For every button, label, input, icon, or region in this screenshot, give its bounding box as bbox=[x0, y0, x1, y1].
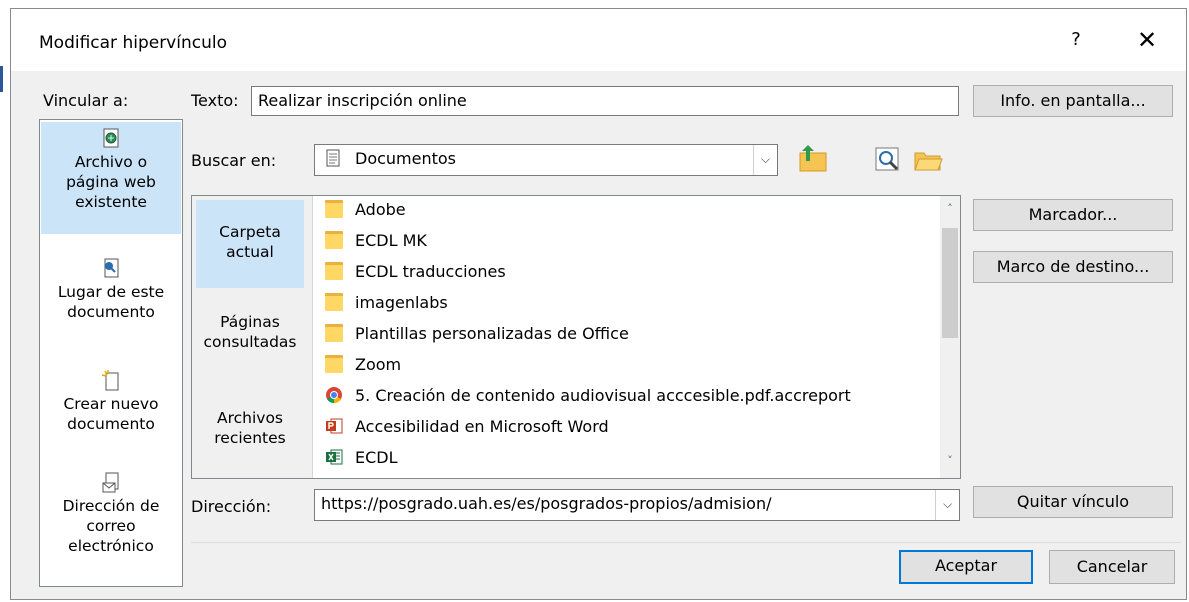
nav-label-line: electrónico bbox=[68, 537, 154, 555]
chevron-down-icon[interactable]: ⌵ bbox=[935, 490, 959, 520]
close-button[interactable]: ✕ bbox=[1129, 26, 1165, 54]
list-item[interactable]: Accesibilidad en Microsoft Word bbox=[325, 413, 609, 444]
web-page-icon bbox=[103, 128, 119, 148]
dialog-title: Modificar hipervínculo bbox=[39, 33, 227, 53]
place-current-folder[interactable]: Carpeta actual bbox=[196, 200, 304, 288]
file-name: ECDL traducciones bbox=[355, 262, 506, 281]
file-name: Accesibilidad en Microsoft Word bbox=[355, 417, 609, 436]
folder-icon bbox=[325, 231, 343, 249]
excel-icon bbox=[326, 449, 343, 465]
nav-label-line: Crear nuevo bbox=[63, 395, 159, 413]
file-name: imagenlabs bbox=[355, 293, 448, 312]
place-label-line: consultadas bbox=[203, 333, 297, 351]
browse-web-button[interactable] bbox=[871, 143, 905, 177]
list-item[interactable]: 5. Creación de contenido audiovisual acc… bbox=[325, 382, 851, 413]
place-label-line: Carpeta bbox=[219, 223, 281, 241]
powerpoint-icon bbox=[326, 418, 343, 434]
look-in-value: Documentos bbox=[355, 149, 457, 168]
title-bar: Modificar hipervínculo ? ✕ bbox=[11, 9, 1186, 71]
nav-email-address[interactable]: Dirección de correo electrónico bbox=[41, 466, 181, 582]
file-list: Adobe ECDL MK ECDL traducciones imagenla… bbox=[312, 196, 940, 478]
background-strip bbox=[0, 0, 10, 602]
file-name: ECDL bbox=[355, 448, 398, 467]
nav-place-in-document[interactable]: Lugar de este documento bbox=[41, 252, 181, 342]
places-bar: Carpeta actual Páginas consultadas Archi… bbox=[192, 196, 312, 478]
list-item[interactable]: ECDL traducciones bbox=[325, 258, 506, 289]
list-item[interactable]: imagenlabs bbox=[325, 289, 448, 320]
file-browser: Carpeta actual Páginas consultadas Archi… bbox=[191, 195, 961, 479]
ok-button[interactable]: Aceptar bbox=[899, 550, 1033, 584]
list-item[interactable]: ECDL MK bbox=[325, 227, 427, 258]
browse-file-button[interactable] bbox=[911, 143, 945, 177]
browse-web-icon bbox=[875, 147, 899, 171]
email-icon bbox=[102, 472, 119, 493]
list-item[interactable]: Zoom bbox=[325, 351, 401, 382]
look-in-dropdown[interactable]: Documentos ⌵ bbox=[314, 144, 778, 176]
file-name: Zoom bbox=[355, 355, 402, 374]
list-item[interactable]: ECDL bbox=[325, 444, 398, 475]
file-name: ECDL MK bbox=[355, 231, 427, 250]
link-to-label: Vincular a: bbox=[43, 91, 129, 110]
list-item[interactable]: Adobe bbox=[325, 196, 406, 227]
target-frame-button[interactable]: Marco de destino... bbox=[973, 251, 1173, 283]
list-item[interactable]: Plantillas personalizadas de Office bbox=[325, 320, 629, 351]
place-recent-files[interactable]: Archivos recientes bbox=[196, 408, 304, 468]
up-one-folder-button[interactable] bbox=[796, 143, 830, 177]
remove-link-button[interactable]: Quitar vínculo bbox=[973, 486, 1173, 518]
folder-icon bbox=[325, 355, 343, 373]
scroll-up-icon[interactable]: ˄ bbox=[940, 202, 960, 215]
folder-icon bbox=[325, 200, 343, 218]
divider bbox=[191, 542, 1181, 543]
place-label-line: actual bbox=[226, 243, 274, 261]
file-name: 5. Creación de contenido audiovisual acc… bbox=[355, 386, 851, 405]
text-to-display-input[interactable]: Realizar inscripción online bbox=[251, 86, 959, 116]
new-document-icon bbox=[101, 370, 119, 391]
edit-hyperlink-dialog: Modificar hipervínculo ? ✕ Vincular a: A… bbox=[10, 8, 1187, 600]
text-label: Texto: bbox=[191, 91, 239, 110]
nav-create-new-document[interactable]: Crear nuevo documento bbox=[41, 364, 181, 454]
place-browsed-pages[interactable]: Páginas consultadas bbox=[196, 312, 304, 376]
address-value: https://posgrado.uah.es/es/posgrados-pro… bbox=[321, 494, 772, 513]
scroll-down-icon[interactable]: ˅ bbox=[940, 454, 960, 467]
nav-label-line: documento bbox=[67, 303, 155, 321]
open-folder-icon bbox=[914, 152, 943, 171]
nav-label-line: Archivo o bbox=[74, 153, 148, 171]
nav-label-line: correo bbox=[86, 517, 136, 535]
nav-label-line: Dirección de bbox=[62, 497, 160, 515]
place-label-line: Páginas bbox=[220, 313, 280, 331]
background-accent bbox=[0, 66, 3, 92]
nav-label-line: documento bbox=[67, 415, 155, 433]
folder-icon bbox=[325, 293, 343, 311]
bookmark-button[interactable]: Marcador... bbox=[973, 199, 1173, 231]
nav-label-line: existente bbox=[75, 193, 147, 211]
folder-icon bbox=[325, 324, 343, 342]
folder-up-icon bbox=[799, 145, 827, 172]
document-place-icon bbox=[104, 258, 119, 278]
nav-existing-file-or-web-page[interactable]: Archivo o página web existente bbox=[41, 122, 181, 234]
place-label-line: recientes bbox=[214, 429, 286, 447]
address-input[interactable]: https://posgrado.uah.es/es/posgrados-pro… bbox=[314, 489, 960, 521]
folder-icon bbox=[325, 262, 343, 280]
link-to-panel: Archivo o página web existente Lugar de … bbox=[39, 119, 183, 587]
look-in-label: Buscar en: bbox=[191, 151, 277, 170]
file-name: Adobe bbox=[355, 200, 406, 219]
help-button[interactable]: ? bbox=[1061, 29, 1091, 50]
address-label: Dirección: bbox=[191, 497, 272, 516]
file-list-scrollbar[interactable]: ˄ ˅ bbox=[940, 196, 960, 478]
screentip-button[interactable]: Info. en pantalla... bbox=[973, 85, 1173, 117]
scrollbar-thumb[interactable] bbox=[942, 228, 958, 338]
cancel-button[interactable]: Cancelar bbox=[1049, 550, 1175, 584]
chevron-down-icon[interactable]: ⌵ bbox=[753, 145, 777, 175]
documents-icon bbox=[326, 149, 340, 167]
nav-label-line: Lugar de este bbox=[57, 283, 165, 301]
chrome-icon bbox=[326, 387, 342, 404]
place-label-line: Archivos bbox=[216, 409, 284, 427]
file-name: Plantillas personalizadas de Office bbox=[355, 324, 629, 343]
nav-label-line: página web bbox=[66, 173, 156, 191]
